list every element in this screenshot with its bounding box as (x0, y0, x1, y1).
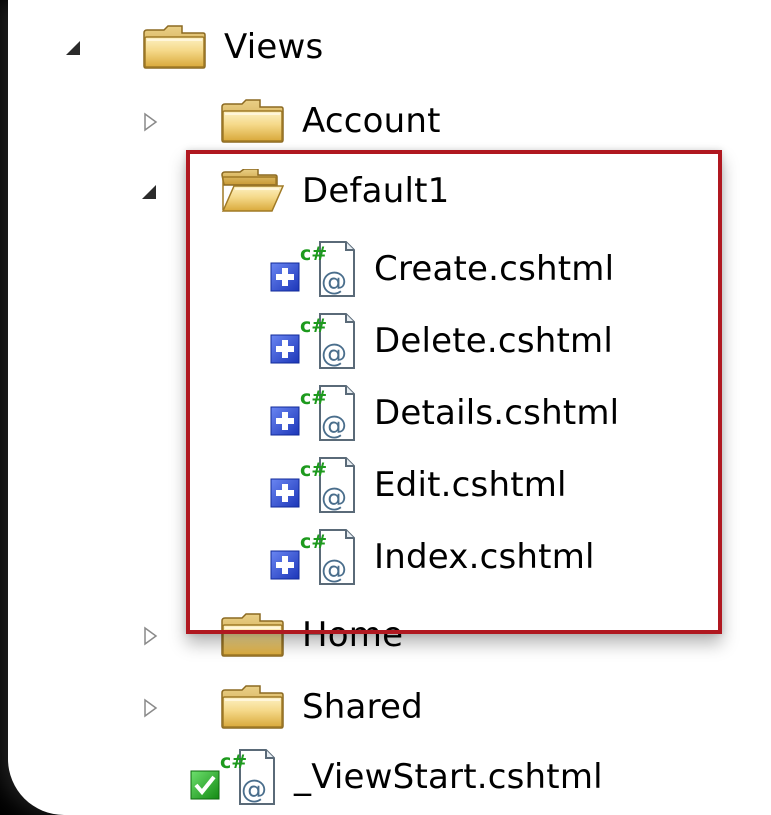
cshtml-file-icon (270, 385, 355, 442)
collapsed-arrow-icon[interactable] (140, 626, 160, 646)
collapsed-arrow-icon[interactable] (140, 698, 160, 718)
tree-file-viewstart[interactable]: _ViewStart.cshtml (188, 744, 603, 810)
cshtml-file-icon (270, 457, 355, 514)
tree-file-delete[interactable]: Delete.cshtml (268, 308, 613, 374)
tree-node-home[interactable]: Home (8, 602, 403, 668)
tree-node-label: Views (224, 27, 324, 67)
tree-node-label: Default1 (302, 171, 450, 211)
expanded-arrow-icon[interactable] (64, 38, 84, 58)
tree-file-label: Index.cshtml (374, 537, 595, 577)
tree-node-account[interactable]: Account (8, 88, 441, 154)
checked-in-badge-icon (190, 770, 220, 800)
tree-file-edit[interactable]: Edit.cshtml (268, 452, 567, 518)
tree-node-default1[interactable]: Default1 (8, 158, 449, 224)
tree-node-label: Home (302, 615, 404, 655)
tree-file-label: _ViewStart.cshtml (294, 757, 603, 797)
tree-node-label: Shared (302, 687, 423, 727)
cshtml-file-icon (270, 241, 355, 298)
solution-explorer-tree: Views Account Default1 Create.cshtml Del… (8, 0, 771, 815)
tree-file-label: Delete.cshtml (374, 321, 613, 361)
tree-file-create[interactable]: Create.cshtml (268, 236, 614, 302)
folder-icon (220, 613, 284, 657)
tree-node-shared[interactable]: Shared (8, 674, 423, 740)
tree-file-label: Create.cshtml (374, 249, 615, 289)
tree-file-details[interactable]: Details.cshtml (268, 380, 619, 446)
folder-icon (220, 99, 284, 143)
tree-node-views[interactable]: Views (8, 14, 323, 80)
folder-icon (220, 685, 284, 729)
tree-file-index[interactable]: Index.cshtml (268, 524, 595, 590)
cshtml-file-icon (270, 313, 355, 370)
tree-node-label: Account (302, 101, 441, 141)
tree-file-label: Edit.cshtml (374, 465, 567, 505)
cshtml-file-icon (270, 529, 355, 586)
folder-icon (142, 25, 206, 69)
expanded-arrow-icon[interactable] (140, 182, 160, 202)
tree-file-label: Details.cshtml (374, 393, 620, 433)
collapsed-arrow-icon[interactable] (140, 112, 160, 132)
cshtml-file-icon (190, 749, 275, 806)
pending-add-badge-icon (270, 262, 300, 292)
folder-open-icon (220, 169, 284, 213)
screenshot-frame: Views Account Default1 Create.cshtml Del… (0, 0, 771, 815)
